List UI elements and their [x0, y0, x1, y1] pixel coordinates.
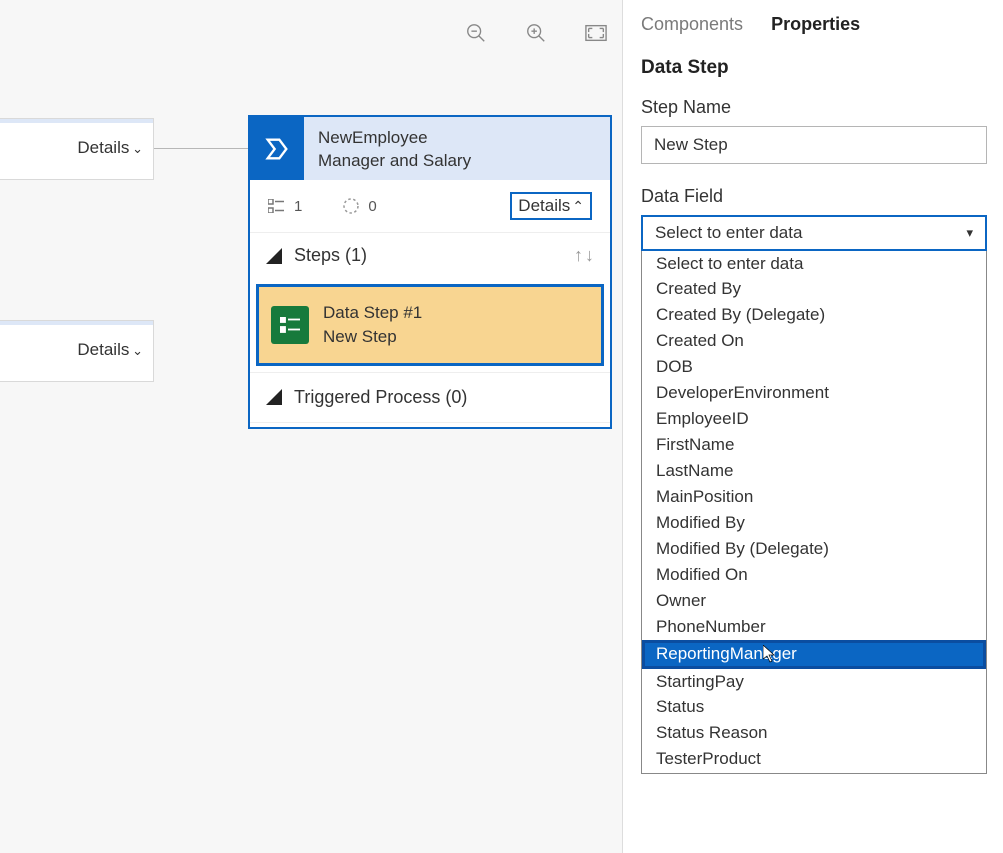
stage-title: NewEmployee Manager and Salary: [304, 117, 485, 180]
step-name-label: Step Name: [641, 97, 985, 118]
stage-chevron-icon: [250, 117, 304, 180]
details-collapse-button[interactable]: Details⌃: [510, 192, 592, 220]
zoom-out-icon[interactable]: [465, 22, 487, 44]
dropdown-option[interactable]: Created On: [642, 329, 986, 355]
data-step-icon: [271, 306, 309, 344]
move-down-icon[interactable]: ↓: [585, 245, 594, 266]
dropdown-option[interactable]: Status: [642, 695, 986, 721]
stage-node-selected[interactable]: NewEmployee Manager and Salary 1 0 Deta: [248, 115, 612, 429]
chevron-down-icon: ▾: [966, 225, 973, 241]
stage-node-partial-1[interactable]: Details ⌄: [0, 118, 154, 180]
dropdown-option[interactable]: FirstName: [642, 433, 986, 459]
step-name-input[interactable]: [641, 126, 987, 164]
dropdown-option[interactable]: DOB: [642, 355, 986, 381]
stage-node-partial-2[interactable]: Details ⌄: [0, 320, 154, 382]
details-toggle[interactable]: Details ⌄: [77, 340, 143, 360]
stage-header[interactable]: NewEmployee Manager and Salary: [250, 117, 610, 180]
zoom-toolbar: [465, 22, 607, 44]
data-step-item-selected[interactable]: Data Step #1 New Step: [256, 284, 604, 366]
data-step-text: Data Step #1 New Step: [323, 301, 422, 349]
connector-line: [154, 148, 248, 149]
dropdown-option[interactable]: Modified On: [642, 562, 986, 588]
data-field-dropdown[interactable]: Select to enter dataCreated ByCreated By…: [641, 251, 987, 774]
trigger-count: 0: [342, 197, 376, 215]
dropdown-option[interactable]: Modified By (Delegate): [642, 536, 986, 562]
dropdown-option[interactable]: Status Reason: [642, 721, 986, 747]
dropdown-option[interactable]: Owner: [642, 588, 986, 614]
dropdown-option[interactable]: LastName: [642, 459, 986, 485]
mouse-cursor-icon: [763, 645, 777, 663]
step-count: 1: [268, 198, 302, 215]
reorder-arrows[interactable]: ↑↓: [574, 245, 594, 266]
tab-components[interactable]: Components: [641, 14, 743, 35]
data-field-label: Data Field: [641, 186, 985, 207]
steps-section-header[interactable]: Steps (1) ↑↓: [250, 233, 610, 278]
move-up-icon[interactable]: ↑: [574, 245, 583, 266]
dropdown-option[interactable]: MainPosition: [642, 484, 986, 510]
process-canvas[interactable]: Details ⌄ Details ⌄ NewEmployee Manager …: [0, 0, 621, 853]
dropdown-option[interactable]: DeveloperEnvironment: [642, 381, 986, 407]
dropdown-option[interactable]: Created By (Delegate): [642, 303, 986, 329]
properties-panel: Components Properties Data Step Step Nam…: [622, 0, 1003, 853]
dropdown-option[interactable]: PhoneNumber: [642, 614, 986, 640]
details-toggle[interactable]: Details ⌄: [77, 138, 143, 158]
dropdown-option[interactable]: StartingPay: [642, 669, 986, 695]
dropdown-option[interactable]: ReportingManager: [642, 640, 986, 669]
tab-properties[interactable]: Properties: [771, 14, 860, 35]
triggered-process-header[interactable]: Triggered Process (0): [250, 372, 610, 423]
panel-tabs: Components Properties: [641, 14, 985, 35]
dropdown-option[interactable]: TesterProduct: [642, 747, 986, 773]
dropdown-option[interactable]: Select to enter data: [642, 251, 986, 277]
zoom-in-icon[interactable]: [525, 22, 547, 44]
dropdown-option[interactable]: Modified By: [642, 510, 986, 536]
data-field-select[interactable]: Select to enter data ▾: [641, 215, 987, 251]
fit-screen-icon[interactable]: [585, 22, 607, 44]
panel-section-title: Data Step: [641, 57, 985, 79]
dropdown-option[interactable]: EmployeeID: [642, 407, 986, 433]
dropdown-option[interactable]: Created By: [642, 277, 986, 303]
stage-toolbar: 1 0 Details⌃: [250, 180, 610, 233]
